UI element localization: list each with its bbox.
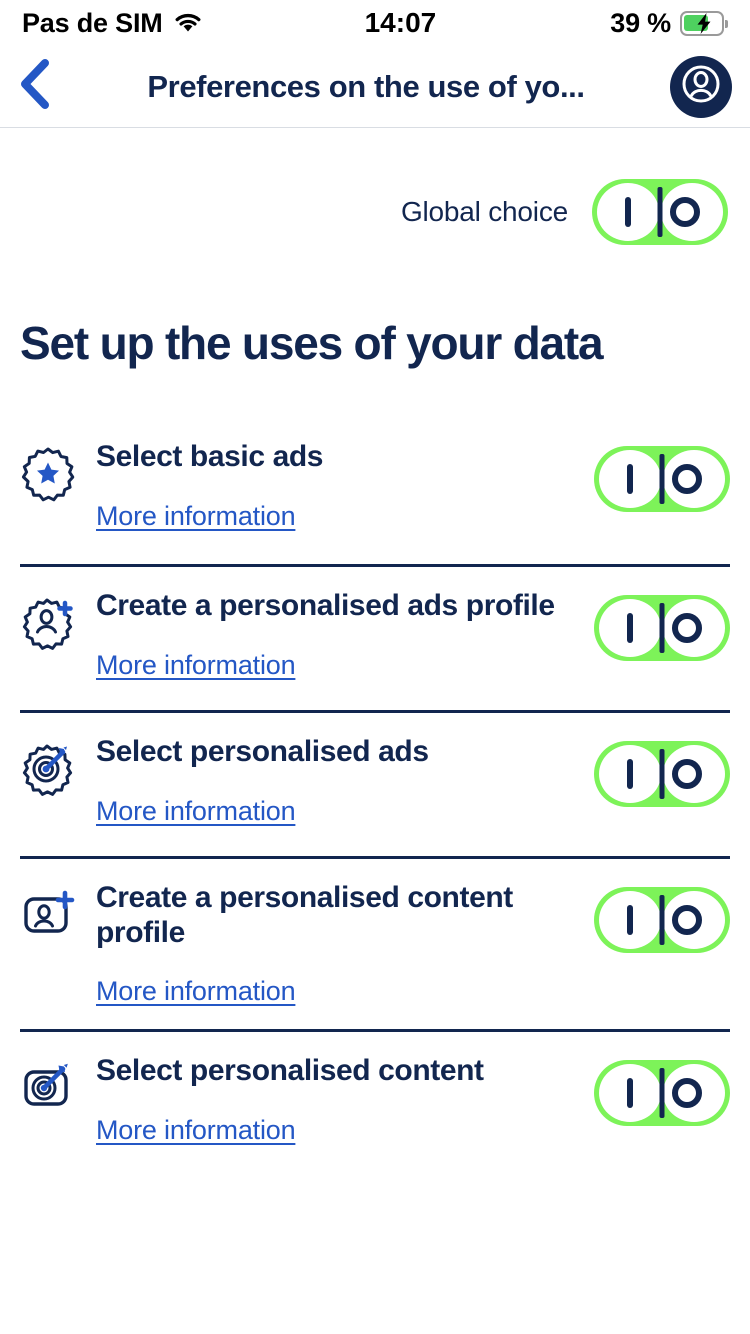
status-bar: Pas de SIM 14:07 39 % (0, 0, 750, 46)
consent-toggle[interactable] (594, 1060, 730, 1126)
list-item-title: Select personalised content (96, 1054, 484, 1087)
list-item: Create a personalised ads profile More i… (20, 564, 730, 710)
more-information-link[interactable]: More information (96, 796, 296, 827)
more-information-link[interactable]: More information (96, 1115, 296, 1146)
list-item-toggle-wrapper (594, 887, 730, 953)
toggle-on-mark-icon (627, 1078, 633, 1108)
account-button[interactable] (670, 55, 732, 118)
list-item-body: Select personalised content More informa… (76, 1054, 594, 1146)
back-button[interactable] (18, 59, 66, 115)
badge-target-dart-icon (20, 741, 76, 797)
section-title: Set up the uses of your data (20, 317, 604, 369)
list-item-toggle-wrapper (594, 446, 730, 512)
battery-charging-icon (680, 10, 728, 36)
toggle-divider (659, 603, 665, 653)
status-bar-left: Pas de SIM (22, 8, 203, 39)
list-item-title: Select personalised ads (96, 735, 429, 768)
toggle-on-mark-icon (627, 759, 633, 789)
list-item-title: Select basic ads (96, 440, 324, 473)
list-item-toggle-wrapper (594, 1060, 730, 1126)
badge-person-plus-icon (20, 595, 76, 651)
list-item: Create a personalised content profile Mo… (20, 856, 730, 1029)
toggle-divider (659, 454, 665, 504)
badge-star-icon (20, 446, 76, 502)
list-item-body: Create a personalised ads profile More i… (76, 589, 594, 681)
list-item-body: Select basic ads More information (76, 440, 594, 532)
consent-toggle[interactable] (594, 446, 730, 512)
list-item: Select basic ads More information (20, 418, 730, 564)
list-item-toggle-wrapper (594, 741, 730, 807)
more-information-link[interactable]: More information (96, 650, 296, 681)
data-uses-list: Select basic ads More information Create… (0, 418, 750, 1175)
chevron-left-icon (18, 58, 52, 115)
list-item-toggle-wrapper (594, 595, 730, 661)
global-choice-row: Global choice (0, 128, 750, 296)
consent-toggle[interactable] (594, 887, 730, 953)
toggle-divider (657, 187, 663, 237)
toggle-off-mark-icon (672, 613, 702, 643)
clock-label: 14:07 (364, 7, 437, 38)
toggle-off-mark-icon (672, 464, 702, 494)
page-title: Preferences on the use of yo... (147, 68, 585, 104)
status-bar-right: 39 % (610, 8, 728, 39)
navigation-header: Preferences on the use of yo... (0, 46, 750, 128)
global-choice-label: Global choice (400, 196, 568, 227)
toggle-off-mark-icon (672, 905, 702, 935)
toggle-off-mark-icon (672, 1078, 702, 1108)
more-information-link[interactable]: More information (96, 976, 296, 1007)
card-person-plus-icon (20, 887, 76, 943)
toggle-off-mark-icon (670, 197, 700, 227)
list-item-title: Create a personalised content profile (96, 881, 513, 949)
status-bar-center: 14:07 (203, 7, 611, 39)
wifi-icon (173, 11, 203, 35)
carrier-label: Pas de SIM (22, 7, 163, 38)
toggle-off-mark-icon (672, 759, 702, 789)
more-information-link[interactable]: More information (96, 501, 296, 532)
consent-toggle[interactable] (594, 595, 730, 661)
consent-toggle[interactable] (594, 741, 730, 807)
toggle-on-mark-icon (627, 905, 633, 935)
list-item: Select personalised content More informa… (20, 1029, 730, 1175)
list-item: Select personalised ads More information (20, 710, 730, 856)
card-target-dart-icon (20, 1060, 76, 1116)
toggle-divider (659, 895, 665, 945)
toggle-divider (659, 1068, 665, 1118)
toggle-on-mark-icon (627, 464, 633, 494)
toggle-divider (659, 749, 665, 799)
phone-screen: Pas de SIM 14:07 39 % Preferences on the… (0, 0, 750, 1334)
toggle-on-mark-icon (625, 197, 631, 227)
battery-percent-label: 39 % (610, 7, 671, 38)
list-item-body: Select personalised ads More information (76, 735, 594, 827)
toggle-on-mark-icon (627, 613, 633, 643)
list-item-title: Create a personalised ads profile (96, 589, 555, 622)
list-item-body: Create a personalised content profile Mo… (76, 881, 594, 1007)
user-account-icon (679, 62, 723, 111)
global-choice-toggle[interactable] (592, 179, 728, 245)
